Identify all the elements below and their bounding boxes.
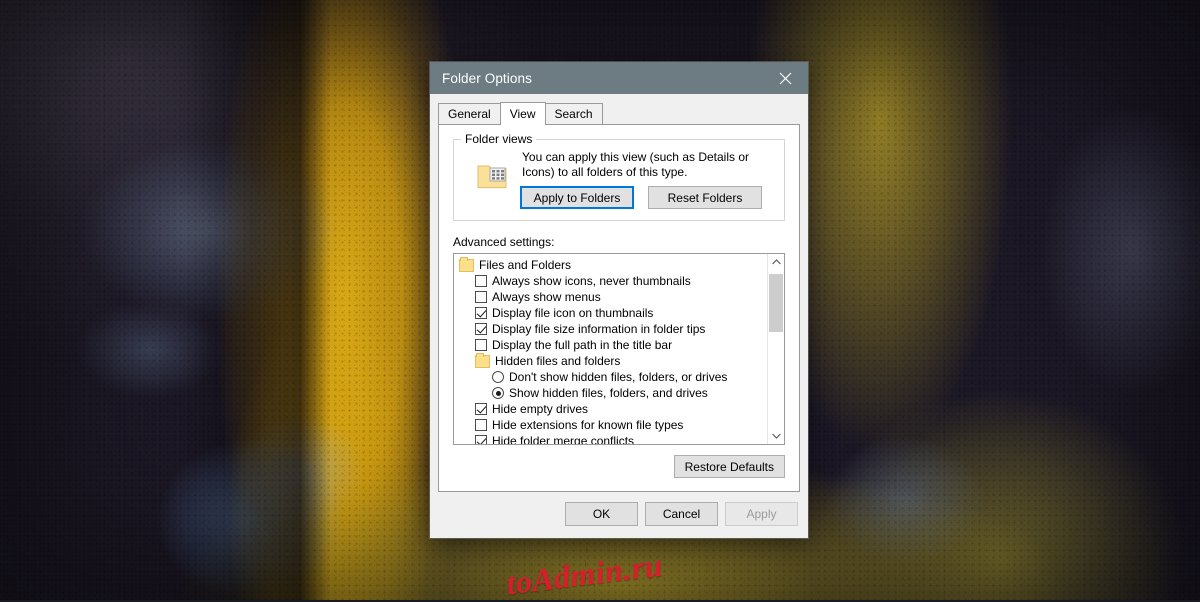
checkbox[interactable] bbox=[475, 403, 487, 415]
folder-view-icon bbox=[476, 162, 510, 192]
list-item[interactable]: Don't show hidden files, folders, or dri… bbox=[454, 369, 767, 385]
close-icon[interactable] bbox=[763, 62, 808, 94]
list-item[interactable]: Display the full path in the title bar bbox=[454, 337, 767, 353]
list-item[interactable]: Hidden files and folders bbox=[454, 352, 767, 369]
folder-views-description: You can apply this view (such as Details… bbox=[522, 150, 750, 179]
restore-defaults-button[interactable]: Restore Defaults bbox=[673, 455, 785, 478]
apply-to-folders-button[interactable]: Apply to Folders bbox=[520, 186, 634, 209]
advanced-settings-label: Advanced settings: bbox=[453, 235, 555, 249]
list-item[interactable]: Display file icon on thumbnails bbox=[454, 305, 767, 321]
advanced-settings-scrollbar[interactable] bbox=[767, 254, 784, 444]
checkbox[interactable] bbox=[475, 435, 487, 444]
scrollbar-thumb[interactable] bbox=[769, 274, 783, 332]
tab-view-label: View bbox=[509, 107, 536, 121]
radio-button[interactable] bbox=[492, 371, 504, 383]
folder-views-legend: Folder views bbox=[461, 132, 537, 146]
tab-view[interactable]: View bbox=[499, 102, 546, 125]
tab-search-label: Search bbox=[554, 107, 593, 121]
list-item-label: Hide empty drives bbox=[492, 402, 589, 416]
list-item-label: Display file size information in folder … bbox=[492, 322, 706, 336]
list-item-label: Always show menus bbox=[492, 290, 601, 304]
list-item[interactable]: Hide empty drives bbox=[454, 401, 767, 417]
cancel-button[interactable]: Cancel bbox=[645, 502, 718, 526]
list-item[interactable]: Hide folder merge conflicts bbox=[454, 433, 767, 444]
folder-options-dialog: Folder Options General View Search Folde… bbox=[430, 62, 808, 538]
radio-button[interactable] bbox=[492, 387, 504, 399]
dialog-title: Folder Options bbox=[442, 70, 532, 86]
checkbox[interactable] bbox=[475, 339, 487, 351]
list-item[interactable]: Display file size information in folder … bbox=[454, 321, 767, 337]
list-item[interactable]: Files and Folders bbox=[454, 256, 767, 273]
scrollbar-track[interactable] bbox=[768, 270, 784, 428]
list-item-label: Don't show hidden files, folders, or dri… bbox=[509, 370, 728, 384]
list-item-label: Files and Folders bbox=[479, 258, 572, 272]
list-item-label: Hide extensions for known file types bbox=[492, 418, 684, 432]
list-item-label: Display the full path in the title bar bbox=[492, 338, 673, 352]
apply-button[interactable]: Apply bbox=[725, 502, 798, 526]
folder-views-buttons: Apply to Folders Reset Folders bbox=[520, 186, 762, 209]
list-item-label: Display file icon on thumbnails bbox=[492, 306, 654, 320]
list-item-label: Show hidden files, folders, and drives bbox=[509, 386, 708, 400]
checkbox[interactable] bbox=[475, 291, 487, 303]
chevron-up-icon[interactable] bbox=[768, 254, 784, 270]
list-item-label: Hide folder merge conflicts bbox=[492, 434, 635, 444]
checkbox[interactable] bbox=[475, 307, 487, 319]
list-item-label: Hidden files and folders bbox=[495, 354, 621, 368]
view-tab-panel: Folder views You can apply this view (su… bbox=[438, 124, 800, 492]
checkbox[interactable] bbox=[475, 419, 487, 431]
folder-icon bbox=[459, 256, 474, 272]
tab-search[interactable]: Search bbox=[544, 103, 603, 124]
folder-icon bbox=[475, 352, 490, 368]
checkbox[interactable] bbox=[475, 323, 487, 335]
tab-strip: General View Search bbox=[438, 102, 808, 125]
advanced-settings-listbox[interactable]: Files and Folders Always show icons, neve… bbox=[453, 253, 785, 445]
restore-defaults-wrapper: Restore Defaults bbox=[673, 455, 785, 478]
folder-views-group: Folder views You can apply this view (su… bbox=[453, 132, 785, 221]
footer-buttons: OK Cancel Apply bbox=[565, 502, 798, 526]
list-item[interactable]: Always show menus bbox=[454, 289, 767, 305]
list-item[interactable]: Hide extensions for known file types bbox=[454, 417, 767, 433]
chevron-down-icon[interactable] bbox=[768, 428, 784, 444]
dialog-titlebar: Folder Options bbox=[430, 62, 808, 94]
tab-general[interactable]: General bbox=[438, 103, 501, 124]
checkbox[interactable] bbox=[475, 275, 487, 287]
advanced-settings-list: Files and Folders Always show icons, neve… bbox=[454, 254, 767, 444]
list-item[interactable]: Show hidden files, folders, and drives bbox=[454, 385, 767, 401]
dialog-footer: OK Cancel Apply bbox=[430, 492, 808, 538]
reset-folders-button[interactable]: Reset Folders bbox=[648, 186, 762, 209]
list-item[interactable]: Always show icons, never thumbnails bbox=[454, 273, 767, 289]
tab-general-label: General bbox=[448, 107, 491, 121]
ok-button[interactable]: OK bbox=[565, 502, 638, 526]
list-item-label: Always show icons, never thumbnails bbox=[492, 274, 691, 288]
